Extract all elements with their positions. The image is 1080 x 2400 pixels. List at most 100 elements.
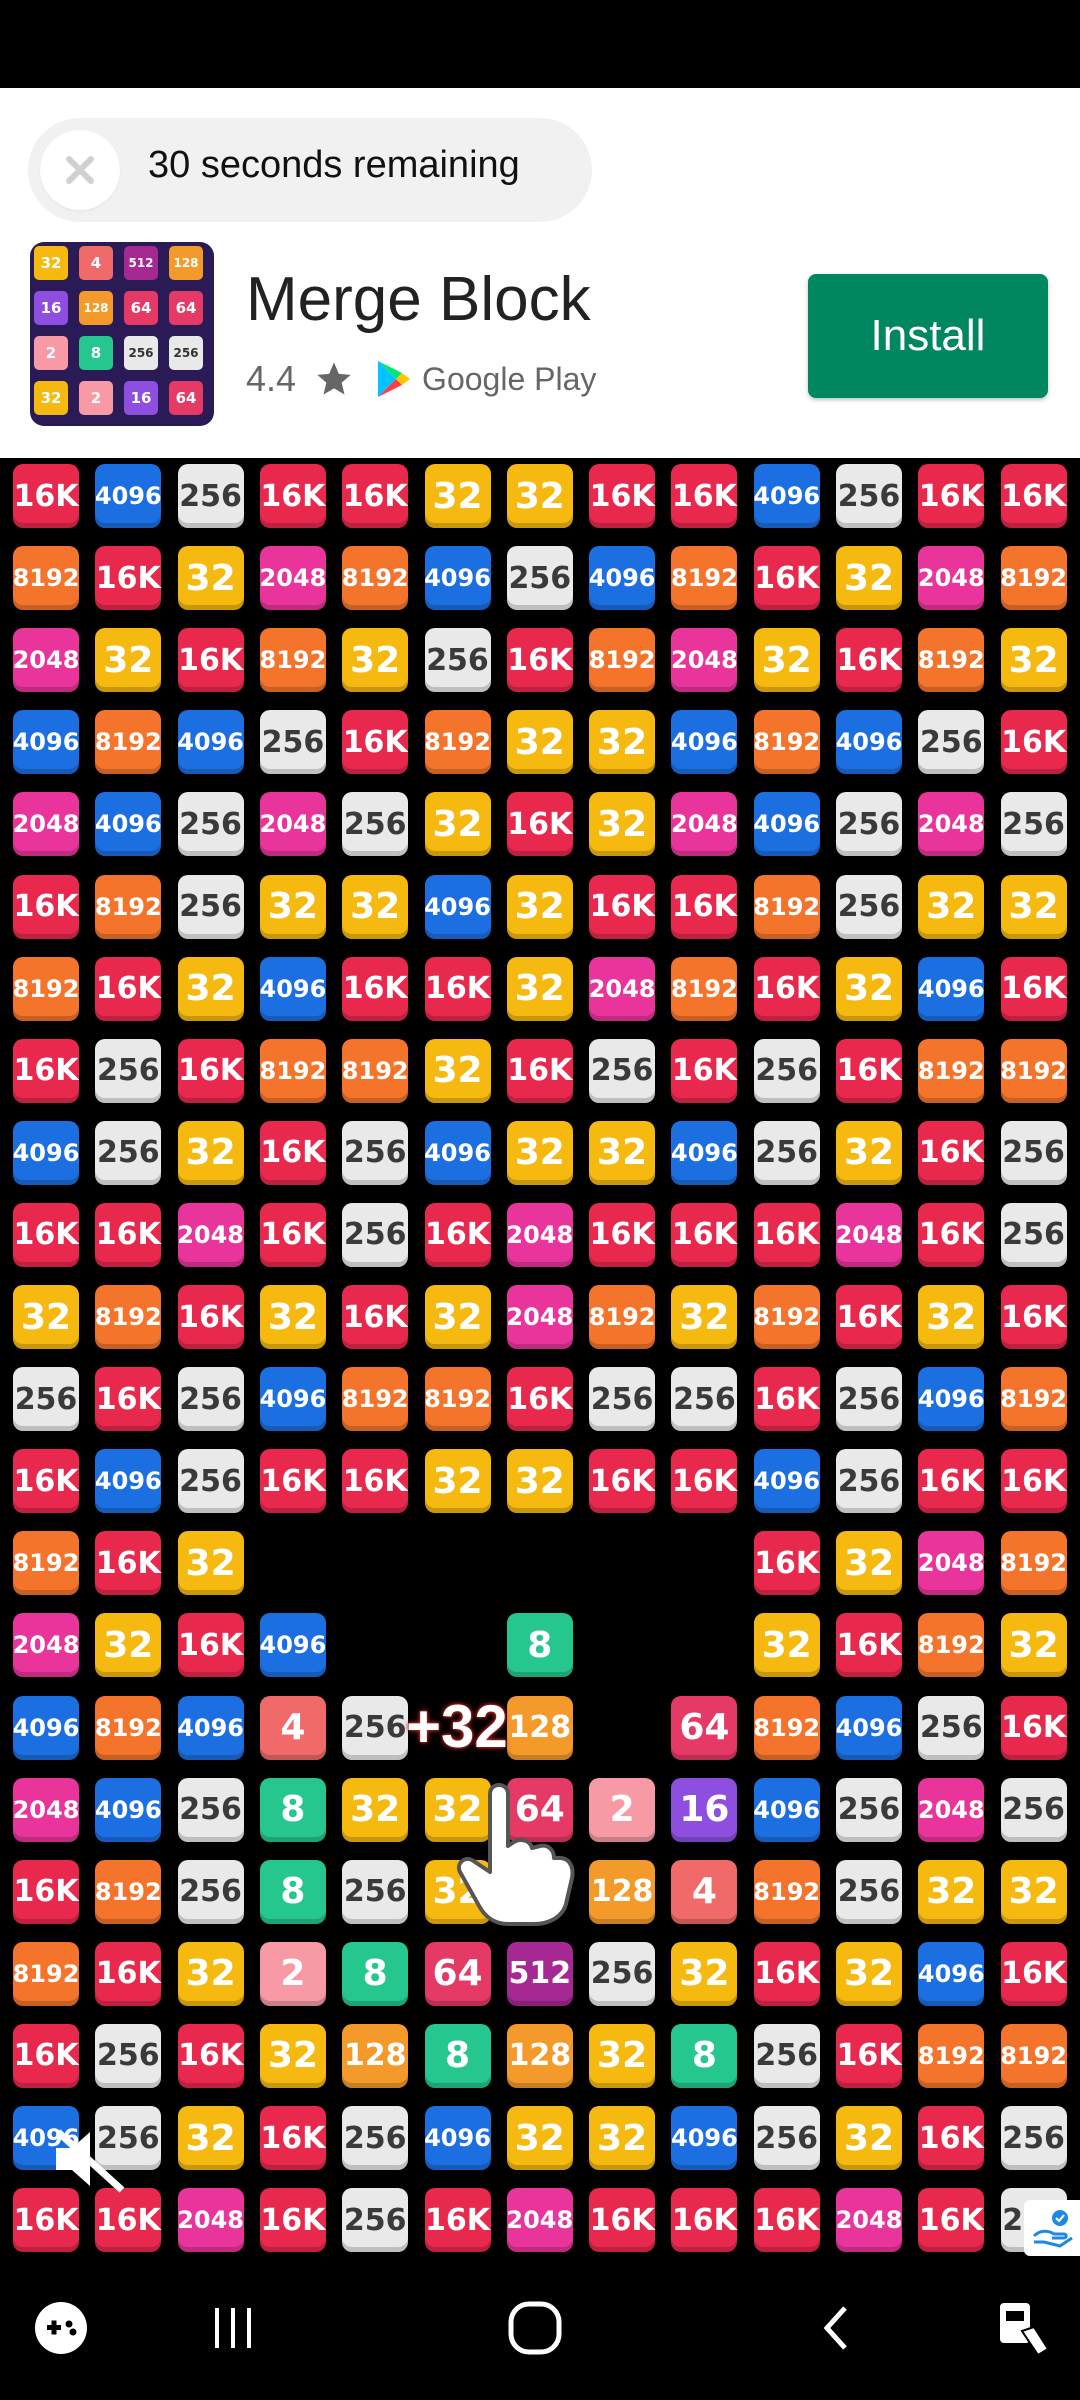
block-tile[interactable]: 2048 [918, 1531, 985, 1596]
block-tile[interactable]: 8192 [1000, 1531, 1067, 1596]
block-tile[interactable]: 32 [589, 2106, 656, 2170]
block-tile[interactable]: 256 [589, 1941, 656, 2006]
block-tile[interactable]: 32 [424, 1038, 491, 1103]
block-tile[interactable]: 32 [1000, 628, 1067, 693]
recents-icon[interactable] [188, 2286, 278, 2370]
block-tile[interactable]: 8192 [13, 1941, 79, 2006]
block-tile[interactable]: 32 [506, 1120, 573, 1185]
block-tile[interactable]: 8192 [95, 1859, 162, 1924]
block-tile[interactable]: 16K [259, 2188, 326, 2253]
block-tile[interactable]: 16K [918, 464, 985, 528]
block-tile[interactable]: 256 [753, 2106, 820, 2170]
block-tile[interactable]: 16K [177, 1285, 244, 1349]
home-icon[interactable] [490, 2286, 580, 2370]
block-tile[interactable]: 4 [671, 1859, 738, 1924]
block-tile[interactable]: 16K [95, 1202, 162, 1267]
block-tile[interactable]: 256 [342, 1120, 409, 1185]
block-tile[interactable]: 16K [95, 546, 162, 611]
block-tile[interactable]: 32 [506, 956, 573, 1021]
block-tile[interactable]: 16K [918, 2188, 985, 2253]
block-tile[interactable]: 32 [424, 792, 491, 857]
block-tile[interactable]: 16K [13, 1449, 79, 1514]
block-tile[interactable]: 16K [1000, 464, 1067, 528]
block-tile[interactable]: 32 [342, 628, 409, 693]
block-tile[interactable]: 16K [836, 1285, 902, 1349]
block-tile[interactable]: 256 [918, 1695, 985, 1760]
block-tile[interactable]: 16K [424, 2188, 491, 2253]
block-tile[interactable]: 32 [836, 546, 902, 611]
block-tile[interactable]: 16K [753, 1941, 820, 2006]
game-board[interactable]: 16K 4096 256 16K 16K 32 32 16K 16K 4096 256 16K 16K 8… [0, 458, 1080, 2256]
block-tile[interactable]: 16K [836, 1613, 902, 1678]
block-tile[interactable]: 256 [342, 1202, 409, 1267]
block-tile[interactable]: 256 [836, 874, 902, 939]
block-tile[interactable]: 8192 [342, 1367, 409, 1432]
block-tile[interactable]: 16K [13, 2023, 79, 2088]
block-tile[interactable]: 16K [918, 1202, 985, 1267]
block-tile[interactable]: 32 [177, 1531, 244, 1596]
block-tile[interactable]: 16K [342, 464, 409, 528]
block-tile[interactable]: 8192 [589, 628, 656, 693]
block-tile[interactable]: 8 [259, 1859, 326, 1924]
block-tile[interactable]: 32 [177, 956, 244, 1021]
block-tile[interactable]: 16K [506, 1367, 573, 1432]
block-tile[interactable]: 8192 [13, 546, 79, 611]
block-tile[interactable]: 16K [506, 1038, 573, 1103]
block-tile[interactable]: 16K [589, 2188, 656, 2253]
block-tile[interactable]: 4096 [260, 1613, 326, 1678]
block-tile[interactable]: 32 [589, 710, 656, 775]
block-tile[interactable]: 16K [671, 1202, 738, 1267]
gamepad-icon[interactable] [16, 2286, 106, 2370]
mute-icon[interactable] [50, 2124, 130, 2194]
block-tile[interactable]: 8192 [918, 2023, 985, 2088]
block-tile[interactable]: 16K [589, 1202, 656, 1267]
block-tile[interactable]: 16K [506, 792, 573, 857]
block-tile[interactable]: 16K [671, 464, 738, 528]
block-tile[interactable]: 16K [259, 1120, 326, 1185]
screenshot-icon[interactable] [978, 2286, 1068, 2370]
block-tile[interactable]: 4096 [13, 1120, 79, 1185]
block-tile[interactable]: 4096 [95, 464, 162, 528]
block-tile[interactable]: 256 [1000, 1777, 1067, 1842]
block-tile[interactable]: 8 [424, 2023, 491, 2088]
block-tile[interactable]: 256 [95, 2023, 162, 2088]
block-tile[interactable]: 8192 [918, 1038, 985, 1103]
block-tile[interactable]: 32 [342, 874, 409, 939]
block-tile[interactable]: 4096 [671, 2106, 738, 2170]
block-tile[interactable]: 32 [671, 1941, 738, 2006]
block-tile[interactable]: 32 [342, 1777, 409, 1842]
block-tile[interactable]: 8192 [95, 1285, 162, 1349]
block-tile[interactable]: 256 [177, 464, 244, 528]
block-tile[interactable]: 256 [342, 1859, 409, 1924]
block-tile[interactable]: 2048 [506, 1285, 573, 1349]
block-tile[interactable]: 32 [424, 1285, 491, 1349]
block-tile[interactable]: 128 [342, 2023, 409, 2088]
block-tile[interactable]: 256 [342, 2106, 409, 2170]
block-tile[interactable]: 32 [918, 1285, 985, 1349]
block-tile[interactable]: 4096 [424, 2106, 491, 2170]
block-tile[interactable]: 2048 [260, 546, 326, 611]
block-tile[interactable]: 16K [13, 874, 79, 939]
block-tile[interactable]: 32 [506, 874, 573, 939]
block-tile[interactable]: 4096 [177, 1695, 244, 1760]
block-tile[interactable]: 16K [13, 464, 79, 528]
block-tile[interactable]: 2048 [506, 2188, 573, 2253]
block-tile[interactable]: 32 [753, 628, 820, 693]
block-tile[interactable]: 8192 [1000, 1038, 1067, 1103]
block-tile[interactable]: 16K [342, 1449, 409, 1514]
block-tile[interactable]: 256 [836, 464, 902, 528]
block-tile[interactable]: 16K [13, 1202, 79, 1267]
block-tile[interactable]: 16K [342, 710, 409, 775]
block-tile[interactable]: 32 [506, 464, 573, 528]
block-tile[interactable]: 16K [1000, 1941, 1067, 2006]
block-tile[interactable]: 32 [177, 2106, 244, 2170]
block-tile[interactable]: 32 [506, 2106, 573, 2170]
block-tile[interactable]: 2048 [177, 1202, 244, 1267]
block-tile[interactable]: 8192 [671, 956, 738, 1021]
block-tile[interactable]: 8192 [753, 1859, 820, 1924]
block-tile[interactable]: 16K [836, 1038, 902, 1103]
block-tile[interactable]: 256 [753, 1038, 820, 1103]
block-tile[interactable]: 256 [1000, 1202, 1067, 1267]
app-name[interactable]: Merge Block [246, 264, 591, 335]
block-tile[interactable]: 256 [918, 710, 985, 775]
